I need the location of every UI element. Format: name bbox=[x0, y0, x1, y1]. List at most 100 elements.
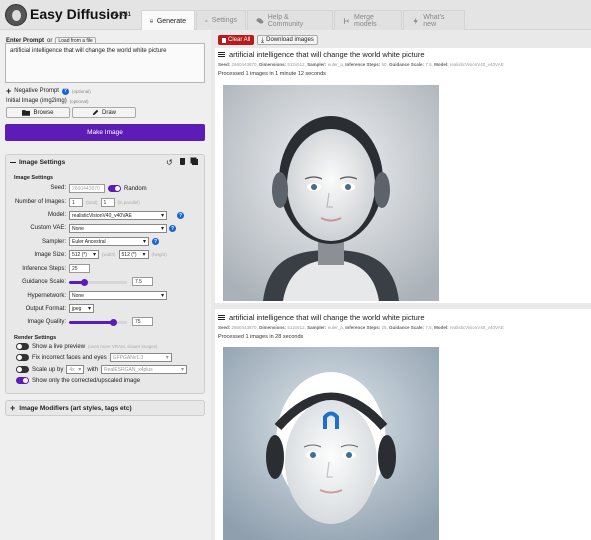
random-label: Random bbox=[124, 185, 147, 192]
image-settings-header[interactable]: Image Settings bbox=[10, 159, 65, 166]
copy-icon[interactable] bbox=[192, 159, 198, 165]
guidance-label: Guidance Scale: bbox=[21, 279, 66, 285]
negative-prompt-toggle[interactable]: + Negative Prompt ? (optional) bbox=[6, 86, 91, 96]
output-format-select[interactable]: jpeg bbox=[69, 304, 94, 313]
download-images-button[interactable]: ⤓ Download images bbox=[257, 35, 318, 45]
random-seed[interactable]: Random bbox=[108, 185, 147, 192]
tab-label: Generate bbox=[156, 17, 186, 25]
show-only-row[interactable]: Show only the corrected/upscaled image bbox=[16, 377, 140, 384]
meta-steps-label: Inference Steps: bbox=[345, 62, 381, 67]
meta-steps: 25 bbox=[381, 325, 387, 330]
height-hint: (height) bbox=[151, 252, 167, 257]
meta-dims: 512x512 bbox=[287, 325, 305, 330]
vae-select[interactable]: None bbox=[69, 224, 167, 233]
num-images-total-hint: (total) bbox=[86, 200, 98, 205]
with-label: with bbox=[87, 366, 99, 373]
guidance-input[interactable]: 7.5 bbox=[132, 277, 153, 286]
clear-all-button[interactable]: Clear All bbox=[218, 35, 255, 45]
prompt-input[interactable]: artificial intelligence that will change… bbox=[5, 43, 205, 83]
live-preview-row[interactable]: Show a live preview (uses more VRAM, slo… bbox=[16, 343, 158, 350]
scale-up-toggle[interactable] bbox=[16, 366, 29, 373]
hypernetwork-value: None bbox=[72, 292, 84, 299]
make-image-button[interactable]: Make Image bbox=[5, 124, 205, 141]
browse-button[interactable]: Browse bbox=[6, 107, 70, 118]
seed-input[interactable]: 2660443870 bbox=[69, 184, 105, 193]
image-settings-title: Image Settings bbox=[19, 159, 66, 166]
menu-icon[interactable] bbox=[218, 52, 225, 57]
help-icon[interactable]: ? bbox=[61, 87, 69, 95]
num-images-total-input[interactable]: 1 bbox=[69, 198, 83, 207]
result-processed-text: Processed 1 images in 1 minute 12 second… bbox=[218, 71, 326, 77]
meta-sampler-label: Sampler: bbox=[307, 325, 327, 330]
result-meta: Seed: 2660443870, Dimensions: 512x512, S… bbox=[218, 62, 504, 67]
draw-button[interactable]: Draw bbox=[72, 107, 136, 118]
trash-icon[interactable] bbox=[180, 158, 185, 165]
image-modifiers-label: Image Modifiers (art styles, tags etc) bbox=[19, 404, 132, 412]
reset-icon[interactable]: ↺ bbox=[166, 158, 173, 167]
scale-up-row[interactable]: Scale up by 4x with RealESRGAN_x4plus bbox=[16, 365, 188, 374]
result-title: artificial intelligence that will change… bbox=[229, 50, 425, 59]
scale-up-label: Scale up by bbox=[32, 366, 64, 373]
tab-whats-new[interactable]: What's new bbox=[403, 10, 465, 30]
meta-model: realisticVisionV40_v40VAE bbox=[449, 62, 504, 67]
plus-icon: + bbox=[10, 403, 16, 413]
tab-merge-models[interactable]: Merge models bbox=[334, 10, 402, 30]
image-quality-slider-fill bbox=[69, 321, 113, 324]
meta-guidance-label: Guidance Scale: bbox=[389, 325, 425, 330]
initial-image-label-row: Initial Image (img2img) (optional) bbox=[6, 98, 88, 104]
image-quality-slider[interactable] bbox=[69, 319, 127, 326]
fix-faces-model-select[interactable]: GFPGANv1.3 bbox=[109, 353, 172, 362]
tab-settings[interactable]: Settings bbox=[196, 10, 246, 30]
hypernetwork-select[interactable]: None bbox=[69, 291, 167, 300]
live-preview-toggle[interactable] bbox=[16, 343, 29, 350]
steps-input[interactable]: 25 bbox=[69, 264, 90, 273]
meta-model-label: Model: bbox=[434, 62, 449, 67]
image-modifiers-header[interactable]: + Image Modifiers (art styles, tags etc) bbox=[5, 400, 205, 416]
logo bbox=[5, 4, 27, 26]
result-title-row: artificial intelligence that will change… bbox=[218, 50, 425, 59]
image-icon bbox=[150, 19, 153, 23]
meta-seed-label: Seed: bbox=[218, 62, 231, 67]
meta-guidance-label: Guidance Scale: bbox=[389, 62, 425, 67]
model-select[interactable]: realisticVisionV40_v40VAE bbox=[69, 211, 167, 220]
model-help-icon[interactable]: ? bbox=[177, 212, 184, 219]
guidance-slider[interactable] bbox=[69, 279, 127, 286]
generated-image[interactable] bbox=[223, 347, 439, 540]
gear-icon bbox=[205, 19, 208, 22]
download-icon: ⤓ bbox=[261, 36, 265, 44]
image-quality-input[interactable]: 75 bbox=[132, 317, 153, 326]
random-seed-toggle[interactable] bbox=[108, 185, 121, 192]
plus-icon: + bbox=[6, 86, 12, 96]
folder-icon bbox=[22, 110, 31, 116]
meta-dims-label: Dimensions: bbox=[259, 62, 287, 67]
meta-seed-label: Seed: bbox=[218, 325, 231, 330]
vae-label: Custom VAE: bbox=[30, 225, 66, 231]
width-select[interactable]: 512 (*) bbox=[69, 250, 99, 259]
tab-label: Help & Community bbox=[267, 13, 304, 28]
menu-icon[interactable] bbox=[218, 315, 225, 320]
result-meta: Seed: 2660443870, Dimensions: 512x512, S… bbox=[218, 325, 504, 330]
result-processed-text: Processed 1 images in 28 seconds bbox=[218, 334, 304, 340]
num-images-parallel-input[interactable]: 1 bbox=[100, 198, 115, 207]
vae-help-icon[interactable]: ? bbox=[169, 225, 176, 232]
sampler-select[interactable]: Euler Ancestral bbox=[69, 237, 149, 246]
top-bar: Easy Diffusion v2.5.41 Generate Settings… bbox=[0, 0, 591, 31]
sampler-help-icon[interactable]: ? bbox=[152, 238, 159, 245]
generated-image[interactable] bbox=[223, 85, 439, 301]
download-label: Download images bbox=[266, 37, 314, 43]
tab-generate[interactable]: Generate bbox=[141, 10, 195, 31]
upscale-model-select[interactable]: RealESRGAN_x4plus bbox=[101, 365, 188, 374]
show-only-toggle[interactable] bbox=[16, 377, 29, 384]
scale-factor-select[interactable]: 4x bbox=[66, 365, 85, 374]
vae-value: None bbox=[72, 225, 84, 232]
meta-model: realisticVisionV40_v40VAE bbox=[449, 325, 504, 330]
initial-image-hint: (optional) bbox=[69, 98, 89, 104]
browse-label: Browse bbox=[33, 109, 54, 116]
height-select[interactable]: 512 (*) bbox=[118, 250, 149, 259]
tab-help-community[interactable]: Help & Community bbox=[247, 10, 333, 30]
guidance-slider-knob[interactable] bbox=[80, 279, 88, 286]
fix-faces-toggle[interactable] bbox=[16, 354, 29, 361]
image-quality-slider-knob[interactable] bbox=[109, 319, 117, 326]
fix-faces-row[interactable]: Fix incorrect faces and eyes GFPGANv1.3 bbox=[16, 353, 172, 362]
meta-steps: 50 bbox=[381, 62, 387, 67]
